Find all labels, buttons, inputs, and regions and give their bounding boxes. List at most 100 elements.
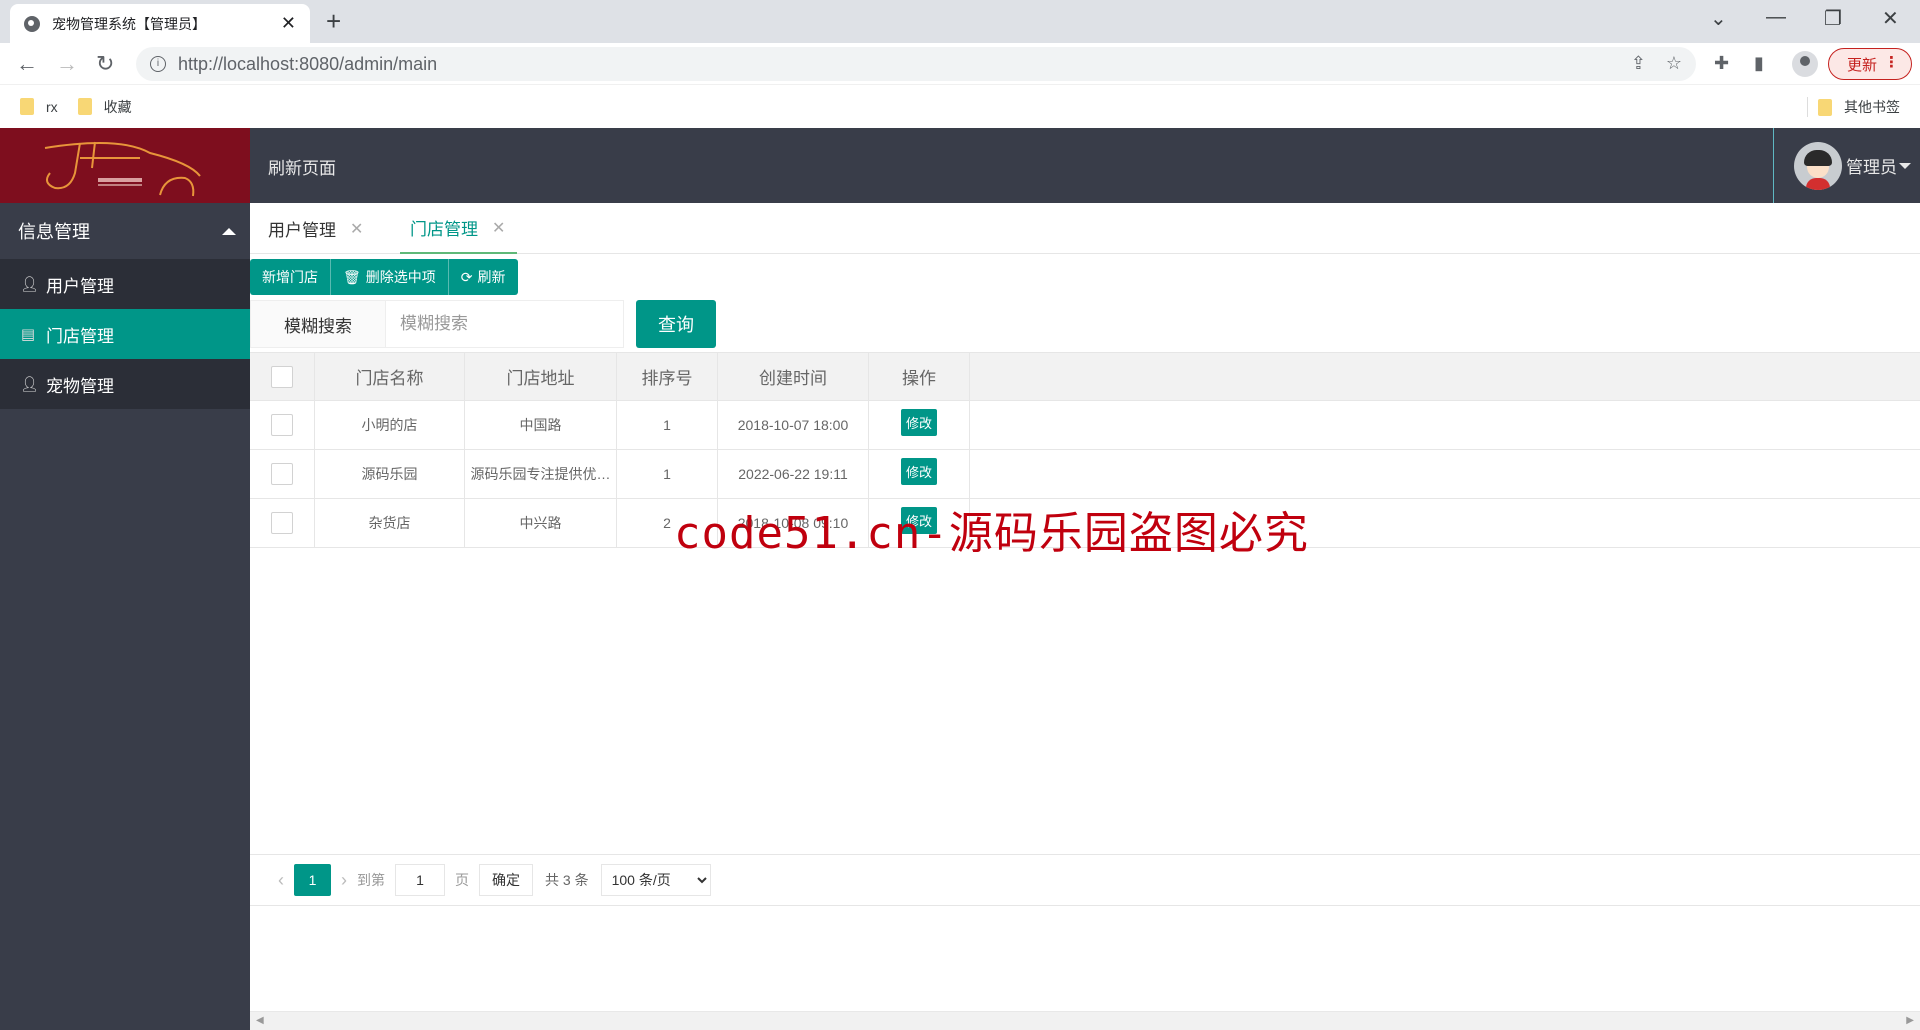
profile-icon[interactable] xyxy=(1792,51,1818,77)
search-input[interactable] xyxy=(386,300,624,348)
table-row[interactable]: 小明的店 中国路 1 2018-10-07 18:00 修改 xyxy=(250,401,1920,450)
delete-selected-button[interactable]: 🗑︎ 删除选中项 xyxy=(331,259,449,295)
reload-icon[interactable]: ↻ xyxy=(96,51,114,77)
page-1-button[interactable]: 1 xyxy=(294,864,331,896)
total-count: 共 3 条 xyxy=(545,872,589,888)
user-icon: 👤︎ xyxy=(20,376,40,393)
store-name: 小明的店 xyxy=(315,401,465,449)
store-order: 1 xyxy=(617,401,718,449)
sidebar-item-stores[interactable]: ▤ 门店管理 xyxy=(0,309,250,359)
page-size-select[interactable]: 100 条/页 xyxy=(600,864,711,896)
close-icon[interactable]: ✕ xyxy=(492,218,505,238)
tab-label: 门店管理 xyxy=(410,220,478,239)
sidebar-group-label: 信息管理 xyxy=(18,222,90,242)
close-tab-icon[interactable]: ✕ xyxy=(281,13,296,34)
app-header: 刷新页面 管理员 xyxy=(0,128,1920,203)
extensions-icon[interactable]: ✚ xyxy=(1714,53,1729,74)
search-row: 模糊搜索 查询 xyxy=(250,300,716,348)
close-window-button[interactable]: ✕ xyxy=(1882,6,1899,31)
user-menu[interactable]: 管理员 xyxy=(1773,128,1920,203)
update-button[interactable]: 更新 ⋮ xyxy=(1828,48,1912,80)
table-row[interactable]: 杂货店 中兴路 2 2018-10-08 09:10 修改 xyxy=(250,499,1920,548)
column-header-order[interactable]: 排序号 xyxy=(617,353,718,400)
other-bookmarks[interactable]: 其他书签 xyxy=(1807,97,1900,117)
query-button[interactable]: 查询 xyxy=(636,300,716,348)
sidebar-group-info[interactable]: 信息管理 xyxy=(0,203,250,259)
row-checkbox[interactable] xyxy=(271,463,293,485)
bookmarks-bar: rx 收藏 其他书签 xyxy=(0,85,1920,128)
horizontal-scrollbar[interactable]: ◀ ▶ xyxy=(250,1011,1920,1030)
scroll-left-icon[interactable]: ◀ xyxy=(256,1015,264,1026)
minimize-button[interactable]: — xyxy=(1766,6,1786,29)
new-tab-button[interactable]: + xyxy=(326,6,341,37)
sidebar-item-label: 用户管理 xyxy=(46,276,114,296)
pagination: ‹ 1 › 到第 页 确定 共 3 条 100 条/页 xyxy=(250,854,1920,906)
column-header-created[interactable]: 创建时间 xyxy=(718,353,869,400)
user-icon: 👤︎ xyxy=(20,276,40,293)
logo[interactable] xyxy=(0,128,250,203)
url-host: http://localhost xyxy=(178,53,295,74)
edit-button[interactable]: 修改 xyxy=(900,507,937,534)
prev-page-icon[interactable]: ‹ xyxy=(278,870,284,891)
sidebar-item-pets[interactable]: 👤︎ 宠物管理 xyxy=(0,359,250,409)
next-page-icon[interactable]: › xyxy=(341,870,347,891)
add-store-button[interactable]: 新增门店 xyxy=(250,259,331,295)
folder-icon xyxy=(77,98,92,115)
refresh-button[interactable]: ⟳ 刷新 xyxy=(448,259,518,295)
bookmark-rx[interactable]: rx xyxy=(20,98,58,115)
folder-icon xyxy=(20,98,34,115)
address-bar[interactable]: i http://localhost:8080/admin/main ⇪ ☆ xyxy=(136,47,1696,81)
browser-tab-title: 宠物管理系统【管理员】 xyxy=(52,15,206,32)
row-checkbox[interactable] xyxy=(271,512,293,534)
forward-icon[interactable]: → xyxy=(56,51,78,77)
scroll-right-icon[interactable]: ▶ xyxy=(1906,1015,1914,1026)
clipboard-icon: ▤ xyxy=(20,326,36,343)
store-created: 2022-06-22 19:11 xyxy=(718,450,869,498)
tab-user-management[interactable]: 用户管理 ✕ xyxy=(268,203,371,254)
bookmark-favorites[interactable]: 收藏 xyxy=(77,97,132,117)
refresh-label: 刷新 xyxy=(477,269,506,285)
sidebar: 信息管理 👤︎ 用户管理 ▤ 门店管理 👤︎ 宠物管理 xyxy=(0,203,250,1030)
menu-dots-icon: ⋮ xyxy=(1884,54,1899,71)
goto-page-input[interactable] xyxy=(395,864,445,896)
caret-up-icon xyxy=(222,228,236,235)
table-header: 门店名称 门店地址 排序号 创建时间 操作 xyxy=(250,353,1920,401)
bookmark-label: 收藏 xyxy=(103,98,132,115)
back-icon[interactable]: ← xyxy=(16,51,38,77)
column-header-address[interactable]: 门店地址 xyxy=(465,353,617,400)
confirm-page-button[interactable]: 确定 xyxy=(479,864,533,896)
sidebar-item-label: 门店管理 xyxy=(46,326,114,346)
edit-button[interactable]: 修改 xyxy=(900,409,937,436)
folder-icon xyxy=(1818,98,1832,116)
delete-selected-label: 删除选中项 xyxy=(365,269,436,285)
select-all-checkbox[interactable] xyxy=(271,365,293,388)
store-order: 2 xyxy=(617,499,718,547)
update-label: 更新 xyxy=(1847,56,1878,74)
add-store-label: 新增门店 xyxy=(262,269,318,285)
refresh-icon: ⟳ xyxy=(460,268,473,285)
share-icon[interactable]: ⇪ xyxy=(1631,53,1646,74)
tab-store-management[interactable]: 门店管理 ✕ xyxy=(400,203,518,254)
side-panel-icon[interactable]: ▮ xyxy=(1754,53,1764,74)
store-address: 中兴路 xyxy=(465,499,617,547)
trash-icon: 🗑︎ xyxy=(343,268,361,285)
store-created: 2018-10-07 18:00 xyxy=(718,401,869,449)
store-name: 源码乐园 xyxy=(315,450,465,498)
info-icon[interactable]: i xyxy=(150,56,166,72)
maximize-button[interactable]: ❐ xyxy=(1824,6,1842,31)
table-row[interactable]: 源码乐园 源码乐园专注提供优… 1 2022-06-22 19:11 修改 xyxy=(250,450,1920,499)
sidebar-item-users[interactable]: 👤︎ 用户管理 xyxy=(0,259,250,309)
store-order: 1 xyxy=(617,450,718,498)
browser-tab[interactable]: 宠物管理系统【管理员】 ✕ xyxy=(10,4,310,43)
column-header-name[interactable]: 门店名称 xyxy=(315,353,465,400)
close-icon[interactable]: ✕ xyxy=(350,219,363,239)
tab-search-icon[interactable]: ⌄ xyxy=(1710,6,1727,31)
row-checkbox[interactable] xyxy=(271,414,293,436)
store-table: 门店名称 门店地址 排序号 创建时间 操作 小明的店 中国路 1 2018-10… xyxy=(250,352,1920,548)
action-toolbar: 新增门店 🗑︎ 删除选中项 ⟳ 刷新 xyxy=(250,259,518,295)
star-icon[interactable]: ☆ xyxy=(1666,53,1682,74)
caret-down-icon xyxy=(1899,162,1911,169)
avatar xyxy=(1794,141,1842,190)
edit-button[interactable]: 修改 xyxy=(900,458,937,485)
refresh-page-link[interactable]: 刷新页面 xyxy=(268,154,336,179)
